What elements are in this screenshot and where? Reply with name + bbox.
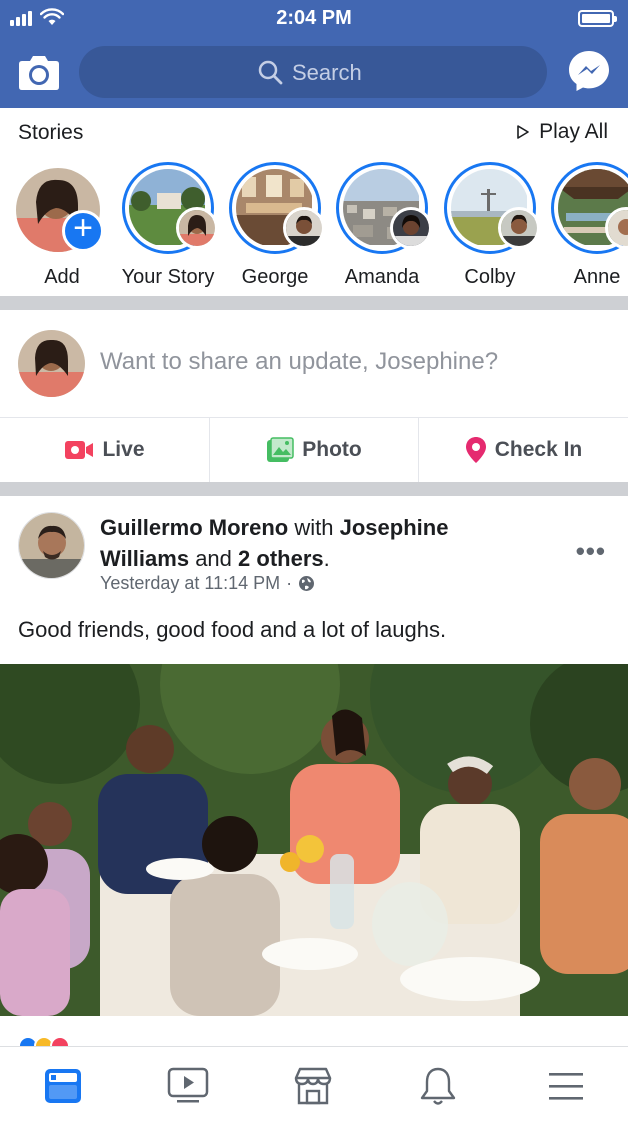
- reaction-icons[interactable]: [18, 1036, 70, 1056]
- tab-marketplace[interactable]: [250, 1047, 375, 1123]
- composer-actions: Live Photo Check In: [0, 418, 628, 482]
- search-bar[interactable]: Search: [79, 46, 547, 98]
- play-all-label: Play All: [539, 120, 608, 143]
- photo-label: Photo: [302, 438, 362, 461]
- section-divider: [0, 482, 628, 496]
- stories-section: Stories Play All + Add Your Story George…: [0, 108, 628, 296]
- check-in-button[interactable]: Check In: [418, 418, 628, 482]
- and-word: and: [195, 546, 232, 571]
- marketplace-icon: [294, 1067, 331, 1104]
- tagged-others[interactable]: 2 others: [238, 546, 324, 571]
- live-label: Live: [102, 438, 145, 461]
- watch-icon: [167, 1067, 208, 1102]
- story-colby[interactable]: Colby: [438, 162, 542, 290]
- feed-post: Guillermo Moreno with Josephine Williams…: [0, 496, 628, 1056]
- composer-prompt: Want to share an update, Josephine?: [100, 348, 499, 375]
- play-icon: [517, 125, 529, 139]
- story-author-avatar: [390, 207, 432, 249]
- post-header-text: Guillermo Moreno with Josephine Williams…: [100, 515, 449, 571]
- tab-news-feed[interactable]: [0, 1047, 125, 1123]
- search-icon: [258, 60, 283, 85]
- status-composer[interactable]: Want to share an update, Josephine?: [0, 310, 628, 418]
- status-bar: 2:04 PM: [0, 0, 628, 38]
- camera-icon[interactable]: [18, 53, 60, 91]
- story-your-story[interactable]: Your Story: [116, 162, 220, 290]
- story-add[interactable]: + Add: [10, 162, 114, 290]
- stories-title: Stories: [18, 121, 84, 144]
- notifications-icon: [420, 1067, 455, 1105]
- add-story-icon: +: [62, 210, 104, 252]
- photo-button[interactable]: Photo: [209, 418, 418, 482]
- search-placeholder: Search: [292, 60, 362, 85]
- tab-notifications[interactable]: [375, 1047, 500, 1123]
- story-george[interactable]: George: [223, 162, 327, 290]
- top-bar: 2:04 PM Search: [0, 0, 628, 108]
- story-name: Your Story: [121, 266, 215, 288]
- location-pin-icon: [465, 437, 486, 463]
- live-video-icon: [65, 441, 94, 459]
- story-author-avatar: [283, 207, 325, 249]
- section-divider: [0, 296, 628, 310]
- battery-fill: [582, 14, 610, 23]
- story-name: Colby: [464, 266, 516, 288]
- live-button[interactable]: Live: [0, 418, 209, 482]
- globe-icon: [299, 576, 315, 591]
- menu-icon: [548, 1072, 583, 1100]
- story-name: Amanda: [344, 266, 420, 288]
- story-anne[interactable]: Anne: [545, 162, 628, 290]
- story-author-avatar: [498, 207, 540, 249]
- check-in-label: Check In: [494, 438, 583, 461]
- story-author-avatar: [176, 207, 218, 249]
- tab-watch[interactable]: [125, 1047, 250, 1123]
- avatar: [18, 330, 85, 397]
- story-amanda[interactable]: Amanda: [330, 162, 434, 290]
- post-author-name[interactable]: Guillermo Moreno: [100, 515, 288, 540]
- post-timestamp[interactable]: Yesterday at 11:14 PM: [100, 573, 280, 594]
- story-name: George: [241, 266, 309, 288]
- post-photo[interactable]: [0, 664, 628, 1016]
- with-word: with: [294, 515, 334, 540]
- post-options-icon[interactable]: •••: [576, 536, 606, 567]
- battery-icon: [578, 10, 617, 27]
- play-all-button[interactable]: Play All: [516, 120, 608, 144]
- bottom-tab-bar: [0, 1046, 628, 1123]
- messenger-icon[interactable]: [567, 49, 611, 93]
- story-name: Anne: [573, 266, 621, 288]
- post-caption: Good friends, good food and a lot of lau…: [18, 617, 447, 642]
- post-meta: Yesterday at 11:14 PM ·: [100, 573, 315, 594]
- news-feed-icon: [44, 1068, 81, 1103]
- status-time: 2:04 PM: [276, 7, 352, 29]
- post-author-avatar[interactable]: [18, 512, 85, 579]
- photo-icon: [267, 437, 294, 462]
- tab-menu[interactable]: [503, 1047, 628, 1123]
